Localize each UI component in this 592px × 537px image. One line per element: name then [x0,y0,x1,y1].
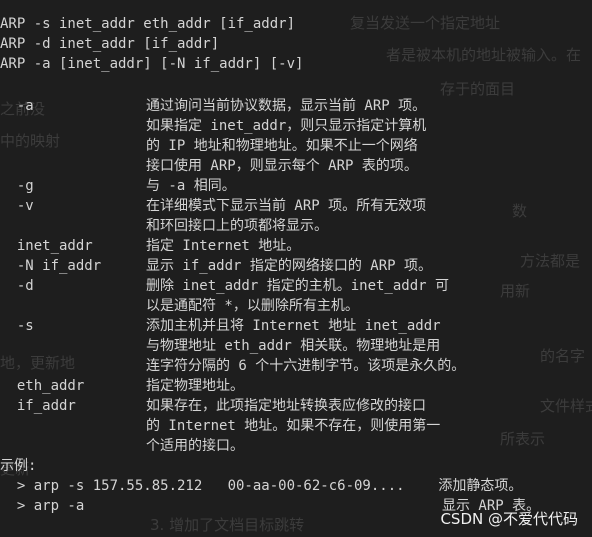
example-command: > arp -a [0,498,85,514]
option-description: 的 IP 地址和物理地址。如果不止一个网络 [146,138,418,154]
option-flag: -v [0,198,34,214]
option-flag: -s [0,318,34,334]
option-description: 和环回接口上的项都将显示。 [146,218,328,234]
example-label: 示例: [0,458,37,474]
option-description: 个适用的接口。 [146,438,244,454]
option-description: 接口使用 ARP，则显示每个 ARP 表的项。 [146,158,418,174]
option-flag: inet_addr [0,238,93,254]
usage-line: ARP -d inet_addr [if_addr] [0,36,220,52]
option-flag: -a [0,98,34,114]
option-description: 连字符分隔的 6 个十六进制字节。该项是永久的。 [146,358,466,374]
option-description: 通过询问当前协议数据，显示当前 ARP 项。 [146,98,427,114]
option-description: 如果存在，此项指定地址转换表应修改的接口 [146,398,426,414]
option-description: 与 -a 相同。 [146,178,236,194]
option-description: 以是通配符 *，以删除所有主机。 [146,298,359,314]
option-description: 的 Internet 地址。如果不存在，则使用第一 [146,418,441,434]
option-flag: if_addr [0,398,76,414]
option-description: 删除 inet_addr 指定的主机。inet_addr 可 [146,278,450,294]
csdn-watermark: CSDN @不爱代代码 [440,510,578,528]
terminal-output: ARP -s inet_addr eth_addr [if_addr] ARP … [0,0,592,537]
option-flag: -d [0,278,34,294]
usage-line: ARP -s inet_addr eth_addr [if_addr] [0,16,296,32]
option-description: 在详细模式下显示当前 ARP 项。所有无效项 [146,198,427,214]
example-command: > arp -s 157.55.85.212 00-aa-00-62-c6-09… [0,478,405,494]
option-description: 如果指定 inet_addr，则只显示指定计算机 [146,118,427,134]
option-flag: -g [0,178,34,194]
option-flag: -N if_addr [0,258,102,274]
option-description: 指定 Internet 地址。 [146,238,301,254]
example-note: 添加静态项。 [430,478,523,494]
option-description: 与物理地址 eth_addr 相关联。物理地址是用 [146,338,441,354]
option-description: 指定物理地址。 [146,378,244,394]
option-description: 显示 if_addr 指定的网络接口的 ARP 项。 [146,258,433,274]
option-description: 添加主机并且将 Internet 地址 inet_addr [146,318,441,334]
option-flag: eth_addr [0,378,85,394]
usage-line: ARP -a [inet_addr] [-N if_addr] [-v] [0,56,304,72]
